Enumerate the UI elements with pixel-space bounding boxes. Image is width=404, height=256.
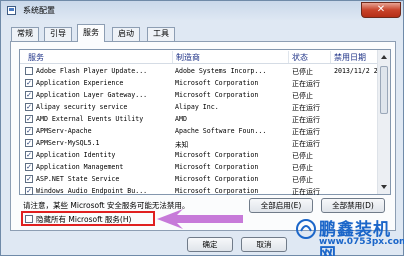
service-manufacturer: Microsoft Corporation xyxy=(175,151,259,159)
service-name: APMServ-MySQL5.1 xyxy=(36,139,100,147)
service-name: ASP.NET State Service xyxy=(36,175,120,183)
column-header-disable-date[interactable]: 禁用日期 xyxy=(334,52,366,63)
cancel-button[interactable]: 取消 xyxy=(241,237,287,252)
enable-all-button[interactable]: 全部启用(E) xyxy=(249,198,313,213)
table-row[interactable]: ✓ Application Experience Microsoft Corpo… xyxy=(20,77,378,89)
service-status: 正在运行 xyxy=(292,80,320,88)
system-config-window: 系统配置 ✕ 常规 引导 服务 启动 工具 服务 制造商 状态 禁用日期 Ado… xyxy=(0,0,404,256)
service-name: Application Identity xyxy=(36,151,116,159)
close-button[interactable]: ✕ xyxy=(361,2,401,18)
scroll-thumb[interactable] xyxy=(380,66,388,114)
column-divider xyxy=(172,51,173,63)
table-row[interactable]: ✓ Alipay security service Alipay Inc. 正在… xyxy=(20,101,378,113)
title-bar: 系统配置 ✕ xyxy=(1,1,404,21)
service-status: 已停止 xyxy=(292,176,313,184)
table-row[interactable]: ✓ Application Layer Gateway... Microsoft… xyxy=(20,89,378,101)
service-checkbox[interactable]: ✓ xyxy=(25,163,33,171)
hide-microsoft-services-checkbox[interactable] xyxy=(25,215,33,223)
column-header-manufacturer[interactable]: 制造商 xyxy=(176,52,200,63)
service-status: 正在运行 xyxy=(292,140,320,148)
list-header: 服务 制造商 状态 禁用日期 xyxy=(20,50,378,64)
service-manufacturer: Apache Software Foun... xyxy=(175,127,267,135)
tab-services[interactable]: 服务 xyxy=(77,24,105,42)
tab-strip: 常规 引导 服务 启动 工具 xyxy=(11,24,211,42)
service-status: 已停止 xyxy=(292,68,313,76)
service-checkbox[interactable] xyxy=(25,67,33,75)
service-name: Application Management xyxy=(36,163,124,171)
service-status: 正在运行 xyxy=(292,104,320,112)
service-manufacturer: Microsoft Corporation xyxy=(175,175,259,183)
table-row[interactable]: Adobe Flash Player Update... Adobe Syste… xyxy=(20,65,378,77)
service-status: 正在运行 xyxy=(292,128,320,136)
pointer-arrow-icon xyxy=(157,209,243,229)
services-list[interactable]: 服务 制造商 状态 禁用日期 Adobe Flash Player Update… xyxy=(19,49,391,197)
service-manufacturer: Microsoft Corporation xyxy=(175,163,259,171)
table-row[interactable]: ✓ Application Management Microsoft Corpo… xyxy=(20,161,378,173)
table-row[interactable]: ✓ AMD External Events Utility AMD 正在运行 xyxy=(20,113,378,125)
service-manufacturer: Microsoft Corporation xyxy=(175,91,259,99)
service-status: 已停止 xyxy=(292,92,313,100)
table-row[interactable]: ✓ APMServ-Apache Apache Software Foun...… xyxy=(20,125,378,137)
service-status: 正在运行 xyxy=(292,116,320,124)
service-status: 已停止 xyxy=(292,164,313,172)
service-checkbox[interactable]: ✓ xyxy=(25,187,33,195)
service-manufacturer: 未知 xyxy=(175,141,189,149)
service-name: Application Experience xyxy=(36,79,124,87)
ok-button[interactable]: 确定 xyxy=(187,237,233,252)
service-checkbox[interactable]: ✓ xyxy=(25,79,33,87)
service-name: Application Layer Gateway... xyxy=(36,91,148,99)
table-row[interactable]: ✓ APMServ-MySQL5.1 未知 正在运行 xyxy=(20,137,378,149)
scroll-down-icon[interactable] xyxy=(381,185,387,189)
column-divider xyxy=(288,51,289,63)
tab-tools[interactable]: 工具 xyxy=(147,27,175,41)
service-checkbox[interactable]: ✓ xyxy=(25,103,33,111)
service-name: Windows Audio Endpoint Bu... xyxy=(36,187,148,195)
service-checkbox[interactable]: ✓ xyxy=(25,127,33,135)
service-checkbox[interactable]: ✓ xyxy=(25,91,33,99)
service-name: AMD External Events Utility xyxy=(36,115,144,123)
service-checkbox[interactable]: ✓ xyxy=(25,115,33,123)
column-header-service[interactable]: 服务 xyxy=(28,52,44,63)
table-row[interactable]: ✓ Windows Audio Endpoint Bu... Microsoft… xyxy=(20,185,378,197)
tab-boot[interactable]: 引导 xyxy=(44,27,72,41)
service-status: 已停止 xyxy=(292,152,313,160)
disable-all-button[interactable]: 全部禁用(D) xyxy=(321,198,385,213)
service-checkbox[interactable]: ✓ xyxy=(25,139,33,147)
service-manufacturer: Microsoft Corporation xyxy=(175,79,259,87)
vertical-scrollbar[interactable] xyxy=(377,50,390,194)
window-title: 系统配置 xyxy=(23,6,55,15)
hide-microsoft-services-label[interactable]: 隐藏所有 Microsoft 服务(H) xyxy=(36,214,131,225)
service-manufacturer: Alipay Inc. xyxy=(175,103,219,111)
service-checkbox[interactable]: ✓ xyxy=(25,151,33,159)
service-checkbox[interactable]: ✓ xyxy=(25,175,33,183)
system-config-icon xyxy=(7,6,16,15)
column-header-status[interactable]: 状态 xyxy=(292,52,308,63)
service-name: Adobe Flash Player Update... xyxy=(36,67,148,75)
watermark-url: www.0753px.com xyxy=(319,237,404,247)
service-status: 正在运行 xyxy=(292,188,320,196)
table-row[interactable]: ✓ ASP.NET State Service Microsoft Corpor… xyxy=(20,173,378,185)
service-disable-date: 2013/11/2 2... xyxy=(334,67,378,75)
column-divider xyxy=(330,51,331,63)
service-name: Alipay security service xyxy=(36,103,128,111)
service-manufacturer: Microsoft Corporation xyxy=(175,187,259,195)
watermark-title: 鹏鑫装机网 xyxy=(319,220,391,256)
tab-general[interactable]: 常规 xyxy=(11,27,39,41)
tab-startup[interactable]: 启动 xyxy=(112,27,140,41)
scroll-up-icon[interactable] xyxy=(381,55,387,59)
service-name: APMServ-Apache xyxy=(36,127,92,135)
service-manufacturer: Adobe Systems Incorp... xyxy=(175,67,267,75)
table-row[interactable]: ✓ Application Identity Microsoft Corpora… xyxy=(20,149,378,161)
watermark-logo-icon xyxy=(296,219,316,239)
hide-microsoft-services-highlight[interactable]: 隐藏所有 Microsoft 服务(H) xyxy=(21,211,155,226)
service-manufacturer: AMD xyxy=(175,115,187,123)
